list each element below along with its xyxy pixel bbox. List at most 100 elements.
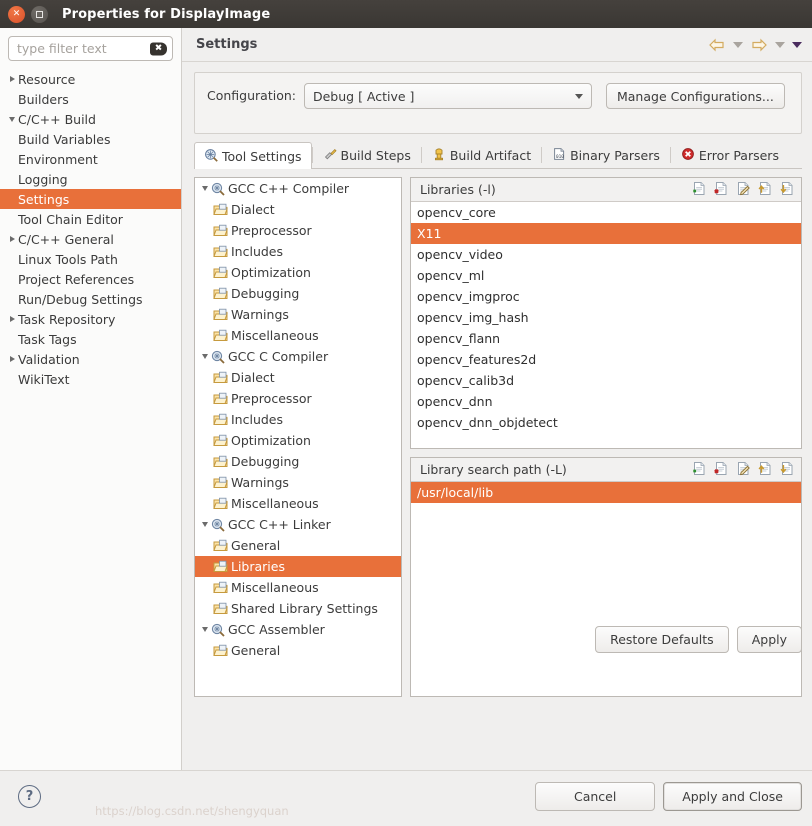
sidebar-item-logging[interactable]: Logging	[0, 169, 181, 189]
tree-toggle-icon[interactable]	[6, 76, 18, 82]
list-item[interactable]: /usr/local/lib	[411, 482, 801, 503]
tool-tree-item-gcc-c-compiler[interactable]: GCC C++ Compiler	[195, 178, 401, 199]
list-item[interactable]: opencv_video	[411, 244, 801, 265]
tree-toggle-icon[interactable]	[199, 627, 211, 632]
sidebar-item-validation[interactable]: Validation	[0, 349, 181, 369]
list-item[interactable]: opencv_dnn	[411, 391, 801, 412]
sidebar-item-task-tags[interactable]: Task Tags	[0, 329, 181, 349]
tab-error-parsers[interactable]: Error Parsers	[671, 142, 789, 168]
list-item[interactable]: opencv_ml	[411, 265, 801, 286]
tool-tree-item-general[interactable]: General	[195, 535, 401, 556]
apply-and-close-button[interactable]: Apply and Close	[663, 782, 802, 811]
list-item[interactable]: opencv_img_hash	[411, 307, 801, 328]
sidebar-item-project-references[interactable]: Project References	[0, 269, 181, 289]
maximize-icon[interactable]	[31, 5, 48, 23]
sidebar-item-label: Validation	[18, 351, 80, 367]
tool-tree-item-includes[interactable]: Includes	[195, 241, 401, 262]
sidebar-item-builders[interactable]: Builders	[0, 89, 181, 109]
tree-toggle-icon[interactable]	[6, 236, 18, 242]
apply-button[interactable]: Apply	[736, 626, 802, 653]
search-path-list[interactable]: /usr/local/lib	[411, 482, 801, 696]
manage-configurations-button[interactable]: Manage Configurations...	[605, 83, 785, 109]
tree-toggle-icon[interactable]	[199, 522, 211, 527]
list-item[interactable]: opencv_calib3d	[411, 370, 801, 391]
tree-toggle-icon[interactable]	[6, 316, 18, 322]
tree-toggle-icon[interactable]	[199, 354, 211, 359]
view-menu-icon[interactable]	[792, 41, 802, 48]
edit-icon[interactable]	[736, 461, 751, 479]
tool-tree-item-dialect[interactable]: Dialect	[195, 367, 401, 388]
tool-tree-item-debugging[interactable]: Debugging	[195, 283, 401, 304]
tool-tree-item-warnings[interactable]: Warnings	[195, 472, 401, 493]
forward-menu-chevron-down-icon[interactable]	[775, 41, 785, 48]
search-input[interactable]: type filter text ✖	[8, 36, 173, 61]
list-item[interactable]: opencv_imgproc	[411, 286, 801, 307]
tool-tree-item-dialect[interactable]: Dialect	[195, 199, 401, 220]
tool-tree-item-optimization[interactable]: Optimization	[195, 430, 401, 451]
sidebar-item-resource[interactable]: Resource	[0, 69, 181, 89]
folder-icon	[213, 581, 228, 594]
move-down-icon[interactable]	[780, 181, 795, 199]
back-arrow-icon[interactable]	[708, 38, 726, 52]
tab-build-artifact[interactable]: Build Artifact	[422, 142, 541, 168]
list-item[interactable]: opencv_core	[411, 202, 801, 223]
close-icon[interactable]: ✕	[8, 5, 25, 23]
sidebar-item-tool-chain-editor[interactable]: Tool Chain Editor	[0, 209, 181, 229]
sidebar-item-c-c-build[interactable]: C/C++ Build	[0, 109, 181, 129]
tool-tree-item-gcc-c-linker[interactable]: GCC C++ Linker	[195, 514, 401, 535]
cancel-button[interactable]: Cancel	[535, 782, 656, 811]
tab-tool-settings[interactable]: Tool Settings	[194, 142, 312, 169]
edit-icon[interactable]	[736, 181, 751, 199]
tool-tree-item-general[interactable]: General	[195, 640, 401, 661]
list-item[interactable]: opencv_dnn_objdetect	[411, 412, 801, 433]
help-icon[interactable]: ?	[18, 785, 41, 808]
list-item[interactable]: opencv_features2d	[411, 349, 801, 370]
sidebar-item-label: Tool Chain Editor	[18, 211, 123, 227]
delete-icon[interactable]	[714, 461, 729, 479]
tool-tree-item-gcc-c-compiler[interactable]: GCC C Compiler	[195, 346, 401, 367]
clear-icon[interactable]: ✖	[150, 42, 167, 55]
sidebar-item-linux-tools-path[interactable]: Linux Tools Path	[0, 249, 181, 269]
tool-tree-item-gcc-assembler[interactable]: GCC Assembler	[195, 619, 401, 640]
tree-toggle-icon[interactable]	[6, 356, 18, 362]
sidebar-item-label: Linux Tools Path	[18, 251, 118, 267]
move-up-icon[interactable]	[758, 181, 773, 199]
tool-tree-item-label: Miscellaneous	[231, 496, 319, 511]
tool-tree-item-miscellaneous[interactable]: Miscellaneous	[195, 493, 401, 514]
tree-toggle-icon[interactable]	[199, 186, 211, 191]
list-item[interactable]: X11	[411, 223, 801, 244]
add-icon[interactable]	[692, 461, 707, 479]
sidebar-item-wikitext[interactable]: WikiText	[0, 369, 181, 389]
tool-tree-item-includes[interactable]: Includes	[195, 409, 401, 430]
tool-tree-item-libraries[interactable]: Libraries	[195, 556, 401, 577]
tool-tree-item-preprocessor[interactable]: Preprocessor	[195, 388, 401, 409]
move-down-icon[interactable]	[780, 461, 795, 479]
sidebar-item-settings[interactable]: Settings	[0, 189, 181, 209]
tool-tree-item-miscellaneous[interactable]: Miscellaneous	[195, 577, 401, 598]
move-up-icon[interactable]	[758, 461, 773, 479]
tool-tree-item-shared-library-settings[interactable]: Shared Library Settings	[195, 598, 401, 619]
back-menu-chevron-down-icon[interactable]	[733, 41, 743, 48]
sidebar-item-build-variables[interactable]: Build Variables	[0, 129, 181, 149]
tool-tree-item-preprocessor[interactable]: Preprocessor	[195, 220, 401, 241]
tool-tree-item-miscellaneous[interactable]: Miscellaneous	[195, 325, 401, 346]
sidebar-item-c-c-general[interactable]: C/C++ General	[0, 229, 181, 249]
tool-tree-item-warnings[interactable]: Warnings	[195, 304, 401, 325]
configuration-select[interactable]: Debug [ Active ]	[303, 83, 592, 109]
list-item[interactable]: opencv_flann	[411, 328, 801, 349]
forward-arrow-icon[interactable]	[750, 38, 768, 52]
options-column: Libraries (-l) opencv_core X11 opencv_vide…	[410, 177, 802, 697]
tab-binary-parsers[interactable]: 010 Binary Parsers	[542, 142, 670, 168]
sidebar-item-run-debug-settings[interactable]: Run/Debug Settings	[0, 289, 181, 309]
sidebar-item-task-repository[interactable]: Task Repository	[0, 309, 181, 329]
restore-defaults-button[interactable]: Restore Defaults	[595, 626, 729, 653]
folder-icon	[213, 245, 228, 258]
libraries-list[interactable]: opencv_core X11 opencv_video opencv_ml openc…	[411, 202, 801, 448]
add-icon[interactable]	[692, 181, 707, 199]
tab-build-steps[interactable]: Build Steps	[313, 142, 421, 168]
tool-tree-item-debugging[interactable]: Debugging	[195, 451, 401, 472]
sidebar-item-environment[interactable]: Environment	[0, 149, 181, 169]
delete-icon[interactable]	[714, 181, 729, 199]
tool-tree-item-optimization[interactable]: Optimization	[195, 262, 401, 283]
tree-toggle-icon[interactable]	[6, 116, 18, 122]
